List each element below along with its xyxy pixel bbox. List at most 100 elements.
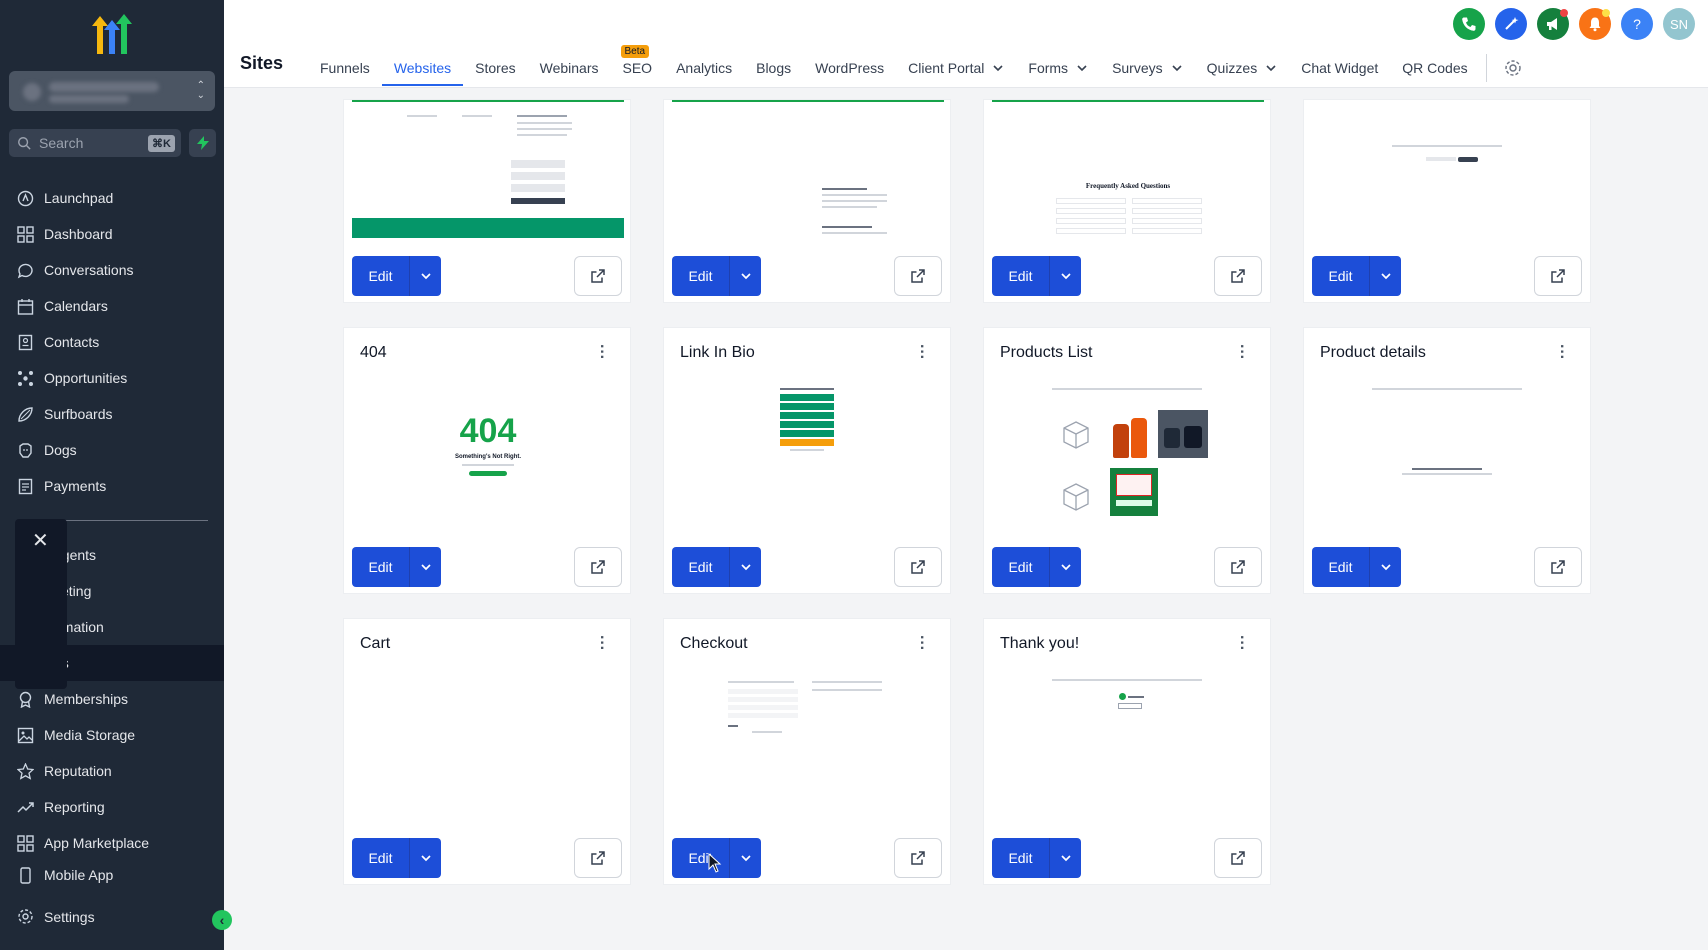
open-external-button[interactable] [1534,547,1582,587]
ai-assistant-button[interactable] [1495,8,1527,40]
sidebar-item-reporting[interactable]: Reporting [0,789,224,825]
card-title: Checkout [680,635,748,652]
edit-button[interactable]: Edit [1312,256,1369,296]
edit-dropdown-button[interactable] [729,547,761,587]
sidebar-item-dogs[interactable]: Dogs [0,432,224,468]
account-switcher[interactable]: ⌃ ⌄ [9,71,215,111]
edit-button[interactable]: Edit [992,256,1049,296]
edit-dropdown-button[interactable] [409,256,441,296]
website-thumbnail[interactable] [672,100,944,240]
open-external-button[interactable] [1214,256,1262,296]
sidebar-item-calendars[interactable]: Calendars [0,288,224,324]
open-external-button[interactable] [1534,256,1582,296]
edit-button[interactable]: Edit [672,547,729,587]
edit-dropdown-button[interactable] [1369,256,1401,296]
open-external-button[interactable] [894,256,942,296]
close-icon[interactable]: ✕ [32,528,49,553]
website-thumbnail[interactable] [672,376,944,526]
sidebar-item-contacts[interactable]: Contacts [0,324,224,360]
website-thumbnail[interactable] [1312,100,1584,240]
quick-action-button[interactable] [189,129,216,157]
edit-button[interactable]: Edit [992,547,1049,587]
tab-funnels[interactable]: Funnels [308,48,382,88]
website-thumbnail[interactable] [1312,376,1584,526]
avatar[interactable]: SN [1663,8,1695,40]
more-options-icon[interactable]: ··· [592,635,610,651]
more-options-icon[interactable]: ··· [1232,635,1250,651]
edit-button[interactable]: Edit [352,547,409,587]
website-thumbnail[interactable] [992,667,1264,817]
tab-websites[interactable]: Websites [381,48,464,88]
collapse-sidebar-button[interactable]: ‹ [212,910,232,930]
edit-dropdown-button[interactable] [729,256,761,296]
website-thumbnail[interactable] [672,667,944,817]
more-options-icon[interactable]: ··· [912,635,930,651]
sidebar-item-settings[interactable]: Settings [17,908,95,925]
edit-dropdown-button[interactable] [1049,256,1081,296]
more-options-icon[interactable]: ··· [912,344,930,360]
sidebar-item-dashboard[interactable]: Dashboard [0,216,224,252]
tab-chat-widget[interactable]: Chat Widget [1289,48,1390,88]
top-header: Sites Funnels Websites Stores Webinars B… [224,0,1708,88]
tab-client-portal[interactable]: Client Portal [896,48,1016,88]
website-thumbnail[interactable]: 404 Something's Not Right. [352,376,624,526]
edit-button[interactable]: Edit [352,838,409,878]
phone-button[interactable] [1453,8,1485,40]
website-thumbnail[interactable] [352,667,624,817]
tab-quizzes[interactable]: Quizzes [1195,48,1290,88]
more-options-icon[interactable]: ··· [1232,344,1250,360]
sidebar-item-conversations[interactable]: Conversations [0,252,224,288]
website-thumbnail[interactable] [352,100,624,240]
sidebar-item-app-marketplace[interactable]: App Marketplace [0,825,224,861]
website-card-cart: Cart ··· Edit [343,618,631,885]
tab-forms[interactable]: Forms [1016,48,1100,88]
notifications-button[interactable] [1579,8,1611,40]
edit-dropdown-button[interactable] [729,838,761,878]
sidebar-item-media-storage[interactable]: Media Storage [0,717,224,753]
open-external-button[interactable] [574,547,622,587]
edit-dropdown-button[interactable] [1369,547,1401,587]
edit-button[interactable]: Edit [672,256,729,296]
tab-webinars[interactable]: Webinars [528,48,611,88]
card-actions: Edit [1312,256,1582,296]
sidebar-item-mobile-app[interactable]: Mobile App [0,861,224,885]
edit-dropdown-button[interactable] [1049,547,1081,587]
edit-dropdown-button[interactable] [409,547,441,587]
faq-heading: Frequently Asked Questions [1085,182,1171,190]
search-input[interactable]: Search ⌘K [9,129,181,157]
announcements-button[interactable] [1537,8,1569,40]
sidebar-item-launchpad[interactable]: Launchpad [0,180,224,216]
tab-stores[interactable]: Stores [463,48,527,88]
edit-button[interactable]: Edit [352,256,409,296]
open-external-button[interactable] [894,547,942,587]
open-external-button[interactable] [894,838,942,878]
website-thumbnail[interactable]: Frequently Asked Questions [992,100,1264,240]
tab-surveys[interactable]: Surveys [1100,48,1195,88]
website-thumbnail[interactable] [992,376,1264,526]
app-logo[interactable] [88,12,136,56]
tab-analytics[interactable]: Analytics [664,48,744,88]
edit-dropdown-button[interactable] [1049,838,1081,878]
tab-blogs[interactable]: Blogs [744,48,803,88]
sites-settings-button[interactable] [1493,48,1533,88]
tab-wordpress[interactable]: WordPress [803,48,896,88]
edit-button[interactable]: Edit [992,838,1049,878]
edit-dropdown-button[interactable] [409,838,441,878]
edit-button[interactable]: Edit [1312,547,1369,587]
sidebar-item-reputation[interactable]: Reputation [0,753,224,789]
open-external-button[interactable] [574,838,622,878]
more-options-icon[interactable]: ··· [592,344,610,360]
tab-qr-codes[interactable]: QR Codes [1390,48,1479,88]
tab-seo[interactable]: Beta SEO [611,45,665,88]
sidebar-item-payments[interactable]: Payments [0,468,224,504]
open-external-button[interactable] [1214,547,1262,587]
sidebar-item-surfboards[interactable]: Surfboards [0,396,224,432]
more-options-icon[interactable]: ··· [1552,344,1570,360]
open-external-button[interactable] [1214,838,1262,878]
chevron-down-icon [993,65,1003,72]
help-button[interactable]: ? [1621,8,1653,40]
beta-badge: Beta [620,45,650,58]
sidebar-item-opportunities[interactable]: Opportunities [0,360,224,396]
external-link-icon [1231,269,1245,283]
open-external-button[interactable] [574,256,622,296]
